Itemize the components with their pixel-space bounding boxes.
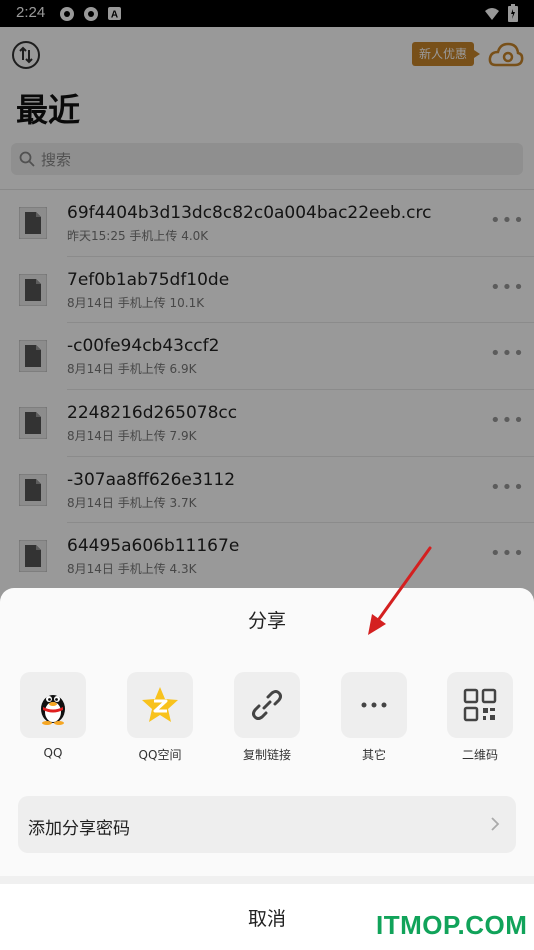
share-tile[interactable] <box>20 672 86 738</box>
share-target-label: 其它 <box>361 748 386 762</box>
share-target-label: 二维码 <box>461 748 498 762</box>
share-tile[interactable] <box>447 672 513 738</box>
watermark: ITMOP.COM <box>376 910 528 940</box>
share-target-other[interactable]: 其它 <box>341 672 409 763</box>
share-target-copy-link[interactable]: 复制链接 <box>234 672 302 763</box>
share-tile[interactable] <box>341 672 407 738</box>
share-tile[interactable] <box>234 672 300 738</box>
section-gap <box>0 876 534 884</box>
share-target-qr-code[interactable]: 二维码 <box>447 672 515 763</box>
more-dots-icon <box>361 702 387 708</box>
share-sheet: 分享 QQ QQ空间 复制链接 其它 二维码 添加分享密码 取消 <box>0 588 534 950</box>
qq-penguin-icon <box>41 695 65 725</box>
share-target-qzone[interactable]: QQ空间 <box>127 672 195 763</box>
qr-code-icon <box>463 688 497 722</box>
share-target-label: QQ <box>43 746 63 760</box>
share-target-label: 复制链接 <box>242 748 291 762</box>
chevron-right-icon <box>491 817 500 831</box>
qzone-star-icon <box>142 687 178 722</box>
link-icon <box>252 690 282 720</box>
annotation-arrow-icon <box>368 546 432 635</box>
share-target-qq[interactable]: QQ <box>20 672 88 760</box>
share-target-label: QQ空间 <box>138 748 182 762</box>
share-tile[interactable] <box>127 672 193 738</box>
add-share-password-row[interactable]: 添加分享密码 <box>18 796 516 853</box>
share-sheet-title: 分享 <box>247 610 286 632</box>
add-share-password-label: 添加分享密码 <box>28 819 130 839</box>
